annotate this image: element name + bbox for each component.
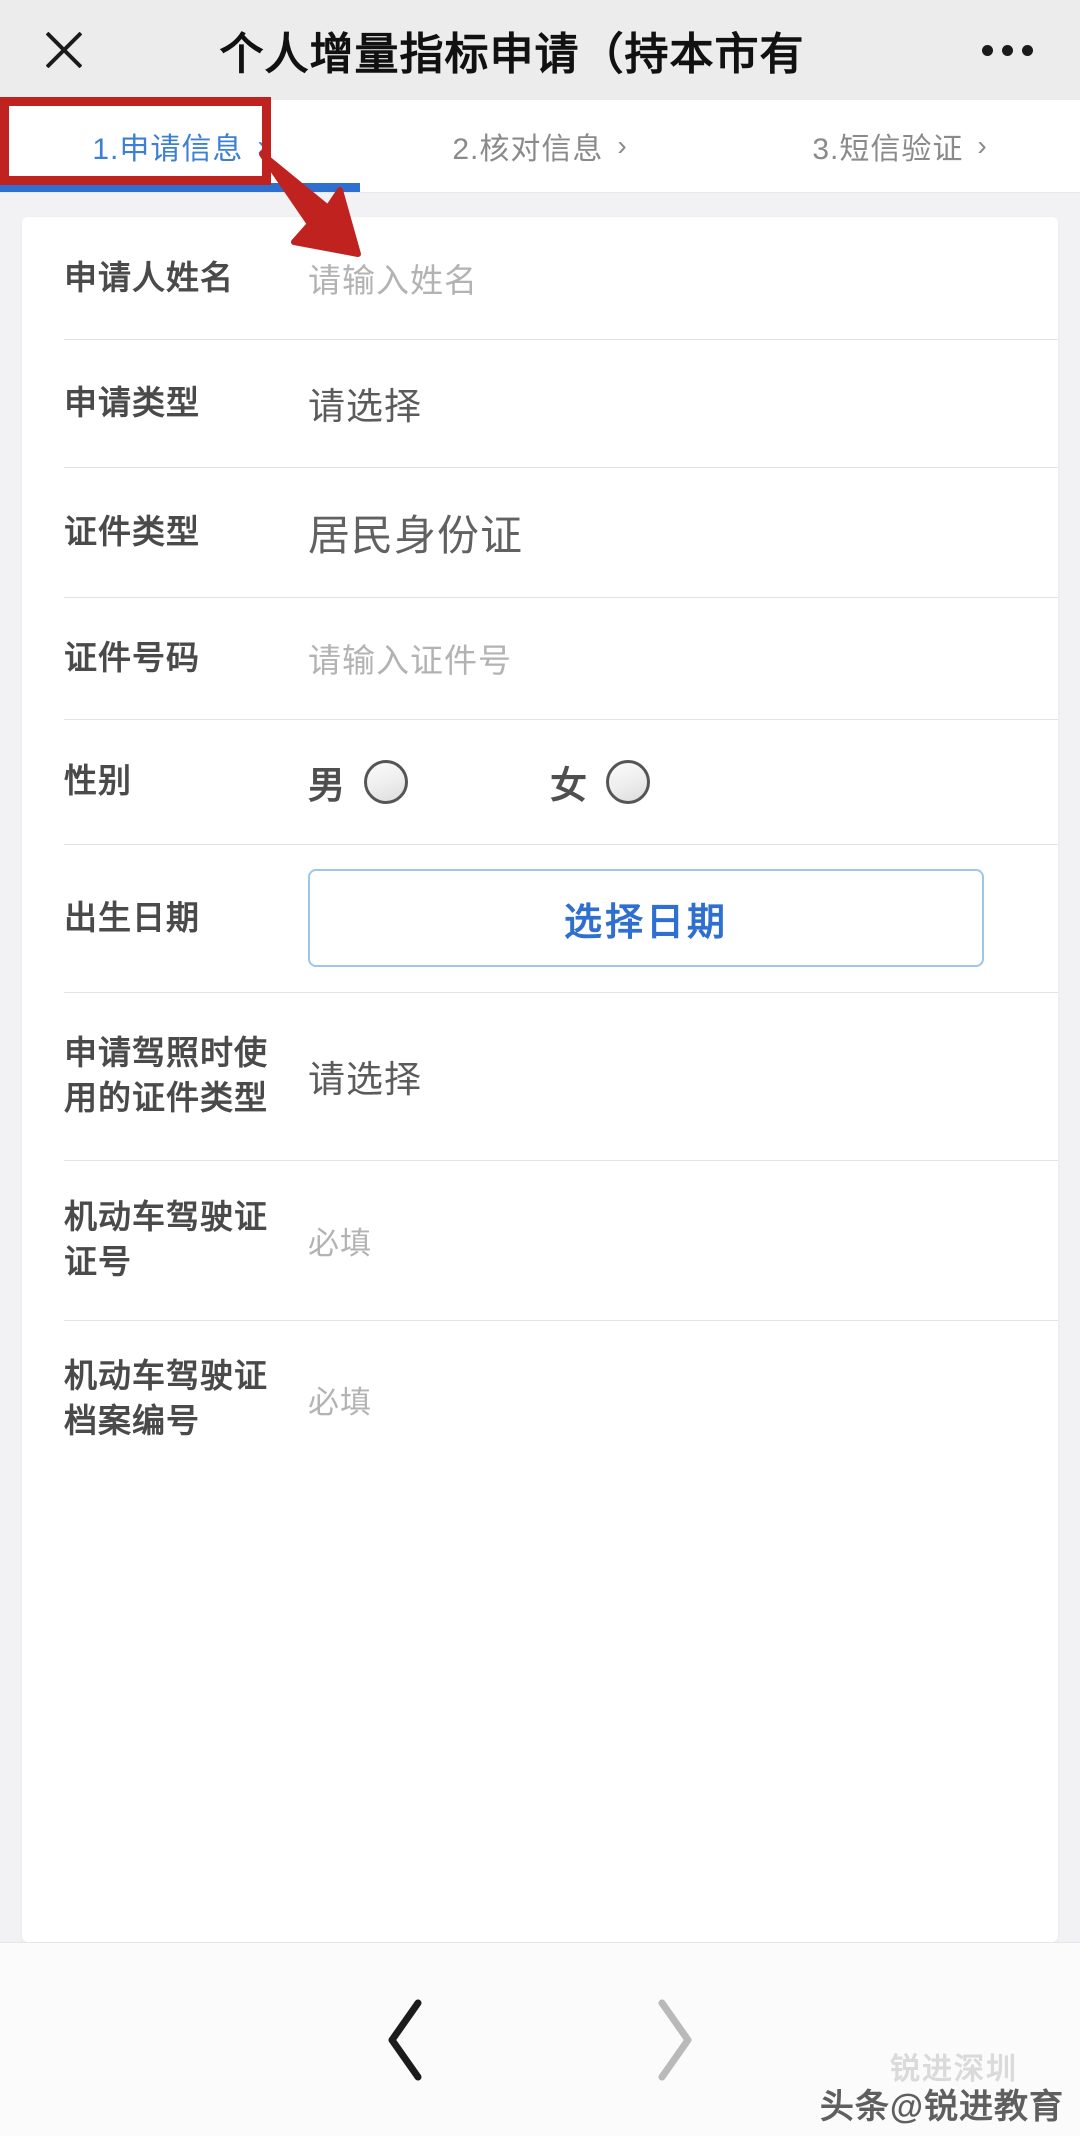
field-label-license-number: 机动车驾驶证证号 xyxy=(64,1198,268,1280)
close-icon[interactable] xyxy=(36,22,92,78)
gender-radio-group: 男 女 xyxy=(282,755,1016,809)
page-title: 个人增量指标申请（持本市有 xyxy=(219,30,805,79)
tab-step-2-label: 2.核对信息 xyxy=(452,133,604,166)
field-label-license-file-number: 机动车驾驶证档案编号 xyxy=(64,1357,268,1439)
application-form-card: 申请人姓名 请输入姓名 申请类型 请选择 证件类型 居民身份证 证件号码 请输入… xyxy=(22,217,1058,1942)
gender-option-male[interactable]: 男 xyxy=(308,755,408,809)
chevron-left-icon xyxy=(388,1999,422,2080)
license-file-number-input[interactable]: 必填 xyxy=(282,1377,1016,1422)
more-options-icon[interactable] xyxy=(962,44,1052,56)
applicant-name-input[interactable]: 请输入姓名 xyxy=(282,254,1016,302)
field-row-license-id-type[interactable]: 申请驾照时使用的证件类型 请选择 xyxy=(22,992,1058,1160)
field-label-applicant-name: 申请人姓名 xyxy=(64,258,234,296)
chevron-right-icon: › xyxy=(617,130,628,161)
apply-type-select[interactable]: 请选择 xyxy=(282,376,1016,430)
field-row-birth-date[interactable]: 出生日期 选择日期 xyxy=(22,844,1058,992)
more-dot xyxy=(981,44,993,56)
tab-step-1-application-info[interactable]: 1.申请信息 › xyxy=(0,100,360,192)
app-header: 个人增量指标申请（持本市有 xyxy=(0,0,1080,100)
more-dot xyxy=(1001,44,1013,56)
radio-button-female[interactable] xyxy=(606,759,650,804)
bottom-navigation-bar: 锐进深圳 头条@锐进教育 xyxy=(0,1942,1080,2136)
tab-step-3-sms-verify[interactable]: 3.短信验证 › xyxy=(720,100,1080,192)
field-row-id-type[interactable]: 证件类型 居民身份证 xyxy=(22,467,1058,597)
field-row-applicant-name[interactable]: 申请人姓名 请输入姓名 xyxy=(22,217,1058,339)
watermark-text: 头条@锐进教育 xyxy=(819,2088,1064,2126)
field-row-license-number[interactable]: 机动车驾驶证证号 必填 xyxy=(22,1160,1058,1320)
tab-step-3-label: 3.短信验证 xyxy=(812,133,964,166)
chevron-right-icon: › xyxy=(977,130,988,161)
more-dot xyxy=(1021,44,1033,56)
gender-option-female[interactable]: 女 xyxy=(550,755,650,809)
license-number-input[interactable]: 必填 xyxy=(282,1218,1016,1263)
radio-button-male[interactable] xyxy=(364,759,408,804)
field-row-gender[interactable]: 性别 男 女 xyxy=(22,719,1058,844)
field-label-license-id-type: 申请驾照时使用的证件类型 xyxy=(64,1034,268,1116)
field-row-apply-type[interactable]: 申请类型 请选择 xyxy=(22,339,1058,467)
field-row-license-file-number[interactable]: 机动车驾驶证档案编号 必填 xyxy=(22,1320,1058,1478)
chevron-right-icon xyxy=(658,1999,692,2080)
field-label-gender: 性别 xyxy=(64,762,132,800)
select-date-button[interactable]: 选择日期 xyxy=(308,869,984,967)
id-type-select[interactable]: 居民身份证 xyxy=(282,502,1016,563)
tab-step-1-label: 1.申请信息 xyxy=(92,133,244,166)
field-label-birth-date: 出生日期 xyxy=(64,898,200,936)
tab-step-2-verify-info[interactable]: 2.核对信息 › xyxy=(360,100,720,192)
form-page-body: 申请人姓名 请输入姓名 申请类型 请选择 证件类型 居民身份证 证件号码 请输入… xyxy=(0,193,1080,1942)
field-label-id-type: 证件类型 xyxy=(64,512,200,550)
field-label-apply-type: 申请类型 xyxy=(64,383,200,421)
gender-option-male-label: 男 xyxy=(308,764,346,806)
step-tabs: 1.申请信息 › 2.核对信息 › 3.短信验证 › xyxy=(0,100,1080,193)
nav-back-button[interactable] xyxy=(340,1997,470,2083)
chevron-right-icon: › xyxy=(257,130,268,161)
field-row-id-number[interactable]: 证件号码 请输入证件号 xyxy=(22,597,1058,719)
license-id-type-select[interactable]: 请选择 xyxy=(282,1049,1016,1103)
id-number-input[interactable]: 请输入证件号 xyxy=(282,634,1016,682)
field-label-id-number: 证件号码 xyxy=(64,638,200,676)
nav-forward-button[interactable] xyxy=(610,1997,740,2083)
gender-option-female-label: 女 xyxy=(550,764,588,806)
